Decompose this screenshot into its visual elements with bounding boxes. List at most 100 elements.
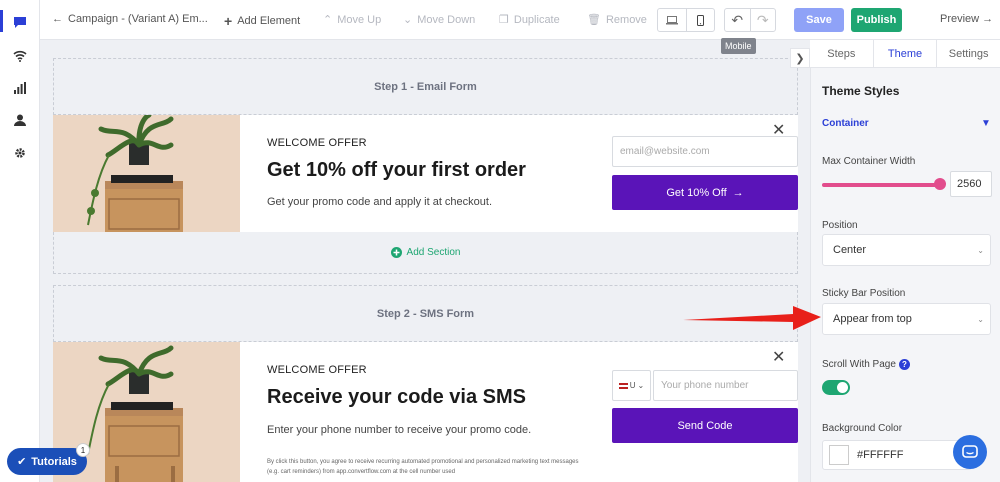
rail-active-indicator <box>0 10 3 32</box>
chevron-down-icon: ⌄ <box>637 381 645 390</box>
add-element-button[interactable]: + Add Element <box>224 13 300 29</box>
product-image <box>53 115 240 232</box>
close-icon[interactable]: ✕ <box>772 350 785 366</box>
sticky-label: Sticky Bar Position <box>822 288 906 299</box>
device-toggle <box>657 8 715 32</box>
background-color-field[interactable]: #FFFFFF <box>822 440 972 470</box>
redo-icon: ↷ <box>756 11 769 28</box>
move-up-label: Move Up <box>337 13 382 26</box>
laptop-icon <box>665 15 678 24</box>
flag-icon <box>618 382 628 389</box>
container-section-toggle[interactable]: Container <box>822 118 869 129</box>
history-group: ↶ ↷ <box>724 8 776 32</box>
slider-handle[interactable] <box>934 178 946 190</box>
step-header[interactable]: Step 1 - Email Form <box>53 58 798 115</box>
position-select[interactable]: Center ⌄ <box>822 234 991 266</box>
help-icon[interactable]: ? <box>898 359 910 370</box>
check-icon: ✔ <box>17 456 27 468</box>
analytics-icon[interactable] <box>12 80 28 96</box>
get-offer-label: Get 10% Off <box>666 186 727 199</box>
chat-icon[interactable] <box>12 14 28 30</box>
scroll-with-page-toggle[interactable] <box>822 380 850 395</box>
move-up-button[interactable]: ⌃ Move Up <box>323 13 382 27</box>
sms-disclaimer: By click this button, you agree to recei… <box>267 459 579 475</box>
publish-button[interactable]: Publish <box>851 8 902 32</box>
country-select[interactable]: U ⌄ <box>612 370 651 401</box>
offer-label: WELCOME OFFER <box>267 364 367 376</box>
mobile-view-button[interactable] <box>685 9 715 31</box>
phone-icon <box>696 14 704 26</box>
top-toolbar: ← Campaign - (Variant A) Em... + Add Ele… <box>40 0 1000 54</box>
chevron-down-icon: ⌄ <box>977 314 984 324</box>
redo-button[interactable]: ↷ <box>749 9 776 31</box>
mobile-tooltip: Mobile <box>721 38 756 54</box>
campaign-title-text: Campaign - (Variant A) Em... <box>68 13 208 25</box>
chat-icon <box>962 444 978 458</box>
tab-theme[interactable]: Theme <box>872 40 938 67</box>
phone-field[interactable]: Your phone number <box>653 370 798 401</box>
chevron-down-icon: ⌄ <box>403 14 413 26</box>
duplicate-button[interactable]: ❐ Duplicate <box>499 13 560 27</box>
annotation-arrow <box>683 306 821 330</box>
trash-icon: 🗑 <box>587 14 601 26</box>
duplicate-label: Duplicate <box>513 13 560 26</box>
left-rail <box>0 0 40 482</box>
editor-canvas: Step 1 - Email Form WELCOME OFFER Get 10… <box>53 58 798 482</box>
collapse-panel-button[interactable]: ❯ <box>790 48 810 68</box>
move-down-button[interactable]: ⌄ Move Down <box>403 13 476 27</box>
chevron-right-icon: ❯ <box>795 52 805 65</box>
tutorials-badge: 1 <box>76 443 90 457</box>
panel-tabs: Steps Theme Settings <box>810 40 1000 68</box>
chevron-down-icon: ⌄ <box>977 245 984 255</box>
max-width-slider[interactable] <box>822 183 939 187</box>
tab-settings[interactable]: Settings <box>937 40 1000 67</box>
plus-icon: + <box>224 13 233 29</box>
offer-subtitle: Enter your phone number to receive your … <box>267 424 532 436</box>
sticky-position-select[interactable]: Appear from top ⌄ <box>822 303 991 335</box>
gear-icon[interactable] <box>12 145 28 161</box>
add-element-label: Add Element <box>237 15 301 27</box>
get-offer-button[interactable]: Get 10% Off → <box>612 175 798 210</box>
add-section-button[interactable]: Add Section <box>53 232 798 274</box>
max-width-label: Max Container Width <box>822 156 916 167</box>
remove-button[interactable]: 🗑 Remove <box>587 13 647 27</box>
scroll-label-text: Scroll With Page <box>822 359 896 370</box>
offer-label: WELCOME OFFER <box>267 137 367 149</box>
send-code-button[interactable]: Send Code <box>612 408 798 443</box>
country-code: U <box>629 381 636 390</box>
background-color-value: #FFFFFF <box>857 449 904 461</box>
sticky-value: Appear from top <box>833 313 912 325</box>
tab-steps[interactable]: Steps <box>810 40 873 67</box>
tutorials-label: Tutorials <box>31 455 77 468</box>
scroll-label: Scroll With Page? <box>822 359 910 370</box>
copy-icon: ❐ <box>499 14 509 26</box>
preview-button[interactable]: Preview → <box>940 13 993 25</box>
save-button[interactable]: Save <box>794 8 844 32</box>
desktop-view-button[interactable] <box>658 9 686 31</box>
offer-title: Receive your code via SMS <box>267 386 527 408</box>
move-down-label: Move Down <box>417 13 476 26</box>
toggle-knob <box>837 382 848 393</box>
email-popup[interactable]: WELCOME OFFER Get 10% off your first ord… <box>53 115 798 232</box>
add-section-label: Add Section <box>406 247 461 258</box>
back-arrow-icon[interactable]: ← <box>52 13 63 25</box>
chevron-down-icon[interactable]: ▼ <box>981 118 991 129</box>
tutorials-button[interactable]: ✔ Tutorials <box>7 448 87 475</box>
undo-icon: ↶ <box>731 11 744 28</box>
remove-label: Remove <box>605 13 647 26</box>
arrow-right-icon: → <box>732 186 744 199</box>
undo-button[interactable]: ↶ <box>725 9 750 31</box>
chevron-up-icon: ⌃ <box>323 14 333 26</box>
offer-title: Get 10% off your first order <box>267 159 526 181</box>
email-field[interactable]: email@website.com <box>612 136 798 167</box>
theme-panel: Theme Styles Container ▼ Max Container W… <box>810 68 1000 482</box>
max-width-input[interactable]: 2560 <box>950 171 992 197</box>
wifi-icon[interactable] <box>12 48 28 64</box>
user-icon[interactable] <box>12 112 28 128</box>
panel-heading: Theme Styles <box>822 84 900 98</box>
sms-popup[interactable]: WELCOME OFFER Receive your code via SMS … <box>53 342 798 482</box>
campaign-title[interactable]: ← Campaign - (Variant A) Em... <box>52 13 208 25</box>
position-label: Position <box>822 220 858 231</box>
chat-support-button[interactable] <box>953 435 987 469</box>
color-swatch[interactable] <box>829 445 849 465</box>
